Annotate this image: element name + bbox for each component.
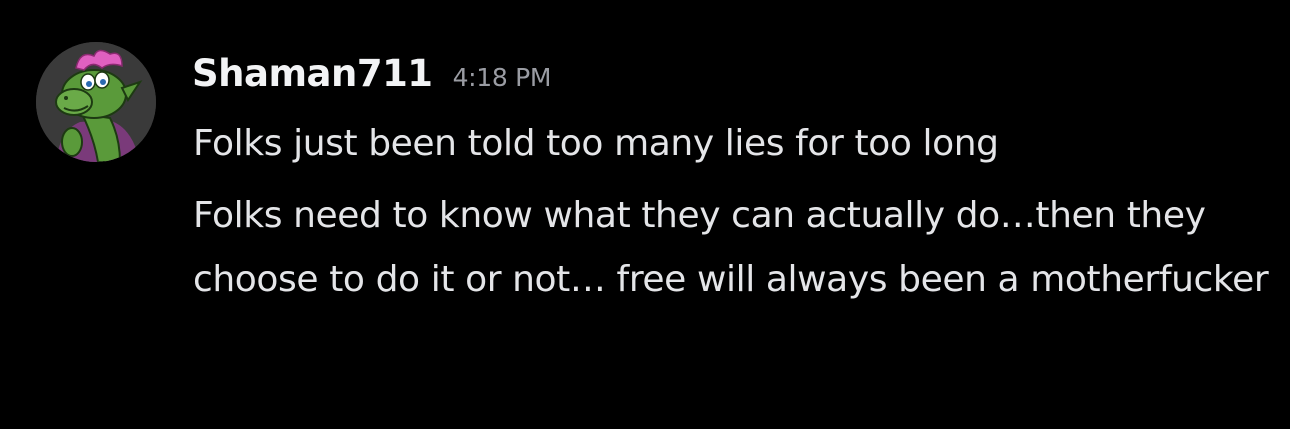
- message-timestamp[interactable]: 4:18 PM: [453, 63, 552, 92]
- cartoon-dragon-avatar-icon: [36, 42, 156, 162]
- chat-message: Shaman711 4:18 PM Folks just been told t…: [0, 0, 1290, 429]
- user-avatar[interactable]: [36, 42, 156, 162]
- message-text: Folks just been told too many lies for t…: [193, 123, 999, 164]
- message-text: Folks need to know what they can actuall…: [193, 195, 1269, 300]
- author-name[interactable]: Shaman711: [192, 52, 433, 95]
- message-header: Shaman711 4:18 PM: [192, 52, 552, 95]
